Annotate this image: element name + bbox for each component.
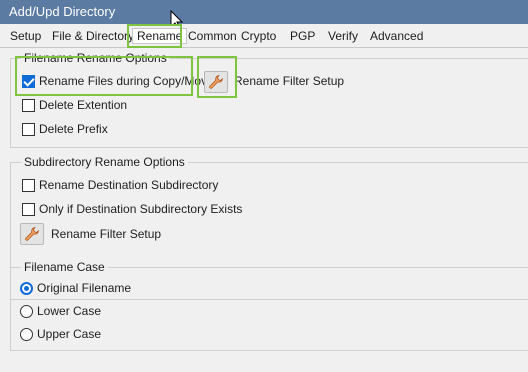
filename-rename-group: Filename Rename Options Rename Files dur… <box>10 51 528 148</box>
only-if-exists-checkbox-row[interactable]: Only if Destination Subdirectory Exists <box>22 201 242 217</box>
window-title: Add/Upd Directory <box>0 0 528 24</box>
rename-destination-checkbox[interactable] <box>22 178 35 192</box>
tab-verify[interactable]: Verify <box>328 28 358 44</box>
upper-case-radio-row[interactable]: Upper Case <box>20 326 101 342</box>
delete-prefix-checkbox[interactable] <box>22 122 35 136</box>
tab-content-rename: Filename Rename Options Rename Files dur… <box>0 48 528 372</box>
rename-filter-setup-button[interactable] <box>204 71 228 93</box>
wrench-icon <box>209 75 223 89</box>
original-filename-radio[interactable] <box>20 281 33 295</box>
only-if-exists-label: Only if Destination Subdirectory Exists <box>39 202 243 216</box>
rename-files-checkbox-row[interactable]: Rename Files during Copy/Move <box>22 73 214 89</box>
rename-destination-checkbox-row[interactable]: Rename Destination Subdirectory <box>22 177 218 193</box>
subdir-rename-filter-setup-button[interactable] <box>20 223 44 245</box>
tab-common[interactable]: Common <box>188 28 237 44</box>
lower-case-radio[interactable] <box>20 304 33 318</box>
wrench-icon <box>25 227 39 241</box>
filename-case-title: Filename Case <box>21 260 108 274</box>
lower-case-radio-row[interactable]: Lower Case <box>20 303 101 319</box>
delete-extention-label: Delete Extention <box>39 98 128 112</box>
delete-prefix-checkbox-row[interactable]: Delete Prefix <box>22 121 108 137</box>
tab-file-directory[interactable]: File & Directory <box>52 28 134 44</box>
upper-case-radio[interactable] <box>20 327 33 341</box>
filename-rename-title: Filename Rename Options <box>21 51 170 65</box>
rename-destination-label: Rename Destination Subdirectory <box>39 178 219 192</box>
lower-case-label: Lower Case <box>37 304 102 318</box>
rename-files-checkbox[interactable] <box>22 74 35 88</box>
tab-crypto[interactable]: Crypto <box>241 28 276 44</box>
tab-rename[interactable]: Rename <box>132 28 188 44</box>
delete-extention-checkbox[interactable] <box>22 98 35 112</box>
rename-filter-setup-label[interactable]: Rename Filter Setup <box>234 73 344 89</box>
upper-case-label: Upper Case <box>37 327 102 341</box>
tab-pgp[interactable]: PGP <box>290 28 315 44</box>
original-filename-radio-row[interactable]: Original Filename <box>20 280 131 296</box>
delete-extention-checkbox-row[interactable]: Delete Extention <box>22 97 127 113</box>
subdir-rename-filter-setup-label[interactable]: Rename Filter Setup <box>51 226 161 242</box>
delete-prefix-label: Delete Prefix <box>39 122 108 136</box>
tab-setup[interactable]: Setup <box>10 28 41 44</box>
only-if-exists-checkbox[interactable] <box>22 202 35 216</box>
rename-files-label: Rename Files during Copy/Move <box>39 74 214 88</box>
tab-advanced[interactable]: Advanced <box>370 28 423 44</box>
original-filename-label: Original Filename <box>37 281 132 295</box>
filename-case-group: Filename Case Original Filename Lower Ca… <box>10 260 528 351</box>
tab-strip: Setup File & Directory Rename Common Cry… <box>0 24 528 48</box>
subdirectory-rename-title: Subdirectory Rename Options <box>21 155 188 169</box>
